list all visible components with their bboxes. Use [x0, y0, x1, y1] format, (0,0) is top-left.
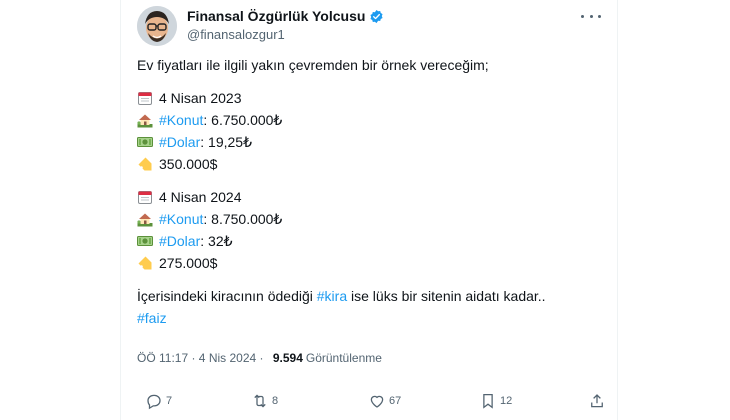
reply-count: 7: [166, 395, 173, 407]
author-display-name[interactable]: Finansal Özgürlük Yolcusu: [187, 8, 365, 24]
tweet-meta: ÖÖ 11:17 · 4 Nis 2024 · 9.594 Görüntülen…: [137, 351, 382, 365]
hashtag-faiz[interactable]: #faiz: [137, 307, 167, 329]
avatar[interactable]: [137, 6, 177, 46]
usd-value: 275.000$: [159, 255, 218, 271]
closing-text-after: ise lüks bir sitenin aidatı kadar..: [347, 288, 546, 304]
bookmark-button[interactable]: 12: [479, 392, 512, 410]
final-tag-line: #faiz: [137, 307, 601, 329]
tweet-card: Finansal Özgürlük Yolcusu @finansalozgur…: [120, 0, 618, 420]
house-with-garden-icon: [137, 114, 153, 128]
price-tag-icon: [138, 157, 152, 171]
views-label: Görüntülenme: [305, 351, 382, 365]
dollar-banknote-icon: [137, 137, 153, 147]
share-button[interactable]: [588, 392, 606, 410]
tweet-intro: Ev fiyatları ile ilgili yakın çevremden …: [137, 57, 489, 73]
dolar-value: : 19,25₺: [200, 134, 252, 150]
more-options-icon[interactable]: [581, 8, 601, 24]
hashtag-dolar[interactable]: #Dolar: [159, 131, 200, 153]
closing-line: İçerisindeki kiracının ödediği #kira ise…: [137, 285, 601, 307]
house-with-garden-icon: [137, 213, 153, 227]
usd-line: 350.000$: [137, 153, 601, 175]
hashtag-dolar[interactable]: #Dolar: [159, 230, 200, 252]
dollar-banknote-icon: [137, 236, 153, 246]
date-text: 4 Nisan 2024: [159, 189, 242, 205]
calendar-icon: [138, 92, 152, 105]
bookmark-icon: [483, 393, 493, 409]
views-count: 9.594: [272, 351, 303, 365]
action-bar: 7 8 67 12: [137, 392, 603, 414]
timestamp[interactable]: ÖÖ 11:17 · 4 Nis 2024 ·: [137, 351, 267, 365]
konut-line: #Konut : 6.750.000₺: [137, 109, 601, 131]
usd-line: 275.000$: [137, 252, 601, 274]
price-tag-icon: [138, 256, 152, 270]
like-count: 67: [389, 395, 402, 407]
konut-line: #Konut : 8.750.000₺: [137, 208, 601, 230]
reply-icon: [147, 394, 161, 410]
date-line: 4 Nisan 2023: [137, 87, 601, 109]
calendar-icon: [138, 191, 152, 204]
date-text: 4 Nisan 2023: [159, 90, 242, 106]
hashtag-kira[interactable]: #kira: [317, 285, 347, 307]
verified-badge-icon[interactable]: [369, 9, 384, 24]
bookmark-count: 12: [500, 395, 513, 407]
usd-value: 350.000$: [159, 156, 218, 172]
dolar-line: #Dolar : 19,25₺: [137, 131, 601, 153]
tweet-header: Finansal Özgürlük Yolcusu @finansalozgur…: [137, 6, 605, 46]
closing-text-before: İçerisindeki kiracının ödediği: [137, 288, 317, 304]
like-button[interactable]: 67: [368, 392, 401, 410]
konut-value: : 8.750.000₺: [203, 211, 283, 227]
heart-icon: [370, 395, 384, 408]
author-handle[interactable]: @finansalozgur1: [187, 27, 384, 42]
retweet-icon: [254, 394, 266, 408]
dolar-line: #Dolar : 32₺: [137, 230, 601, 252]
retweet-button[interactable]: 8: [251, 392, 278, 410]
konut-value: : 6.750.000₺: [203, 112, 283, 128]
tweet-text: Ev fiyatları ile ilgili yakın çevremden …: [137, 54, 601, 329]
author-names: Finansal Özgürlük Yolcusu @finansalozgur…: [187, 8, 384, 42]
share-icon: [591, 394, 603, 408]
hashtag-konut[interactable]: #Konut: [159, 109, 203, 131]
avatar-memoji-icon: [137, 6, 177, 46]
retweet-count: 8: [272, 395, 279, 407]
hashtag-konut[interactable]: #Konut: [159, 208, 203, 230]
reply-button[interactable]: 7: [145, 392, 172, 410]
dolar-value: : 32₺: [200, 233, 233, 249]
date-line: 4 Nisan 2024: [137, 186, 601, 208]
